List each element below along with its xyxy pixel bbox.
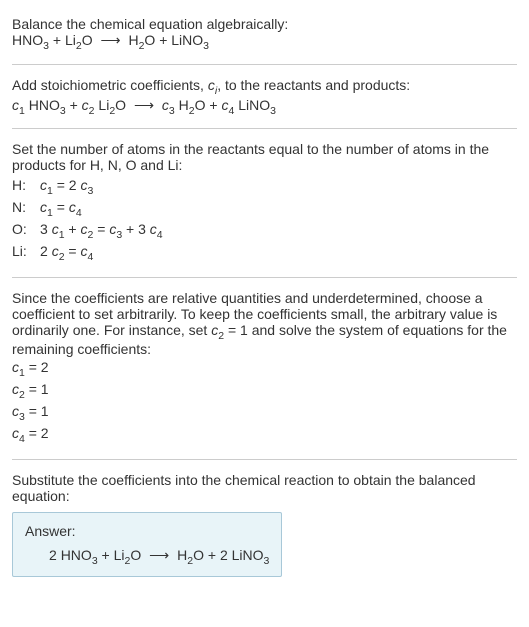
divider [12,277,517,278]
atom-row-o: O: 3 c1 + c2 = c3 + 3 c4 [12,221,517,241]
atom-row-h: H: c1 = 2 c3 [12,177,517,197]
coeff-c1: c1 = 2 [12,359,517,379]
answer-label: Answer: [25,523,269,539]
choose-text: Since the coefficients are relative quan… [12,290,517,358]
atoms-intro: Set the number of atoms in the reactants… [12,141,517,173]
substitute-section: Substitute the coefficients into the che… [12,464,517,586]
balanced-equation: 2 HNO3 + Li2O ⟶ H2O + 2 LiNO3 [25,547,269,567]
coeff-c3: c3 = 1 [12,403,517,423]
stoich-intro: Add stoichiometric coefficients, ci, to … [12,77,517,97]
stoich-equation: c1 HNO3 + c2 Li2O ⟶ c3 H2O + c4 LiNO3 [12,97,517,117]
answer-box: Answer: 2 HNO3 + Li2O ⟶ H2O + 2 LiNO3 [12,512,282,578]
choose-section: Since the coefficients are relative quan… [12,282,517,455]
divider [12,128,517,129]
substitute-text: Substitute the coefficients into the che… [12,472,517,504]
reactant-1: HNO3 [12,32,49,48]
unbalanced-equation: HNO3 + Li2O ⟶ H2O + LiNO3 [12,32,517,52]
divider [12,459,517,460]
stoich-section: Add stoichiometric coefficients, ci, to … [12,69,517,125]
atom-equations: H: c1 = 2 c3 N: c1 = c4 O: 3 c1 + c2 = c… [12,177,517,262]
coeff-c4: c4 = 2 [12,425,517,445]
product-2: LiNO3 [171,32,209,48]
intro-section: Balance the chemical equation algebraica… [12,8,517,60]
atom-row-li: Li: 2 c2 = c4 [12,243,517,263]
product-1: H2O [128,32,155,48]
atoms-section: Set the number of atoms in the reactants… [12,133,517,272]
atom-row-n: N: c1 = c4 [12,199,517,219]
intro-text: Balance the chemical equation algebraica… [12,16,517,32]
reactant-2: Li2O [65,32,93,48]
arrow-icon: ⟶ [100,32,120,49]
coeff-c2: c2 = 1 [12,381,517,401]
divider [12,64,517,65]
